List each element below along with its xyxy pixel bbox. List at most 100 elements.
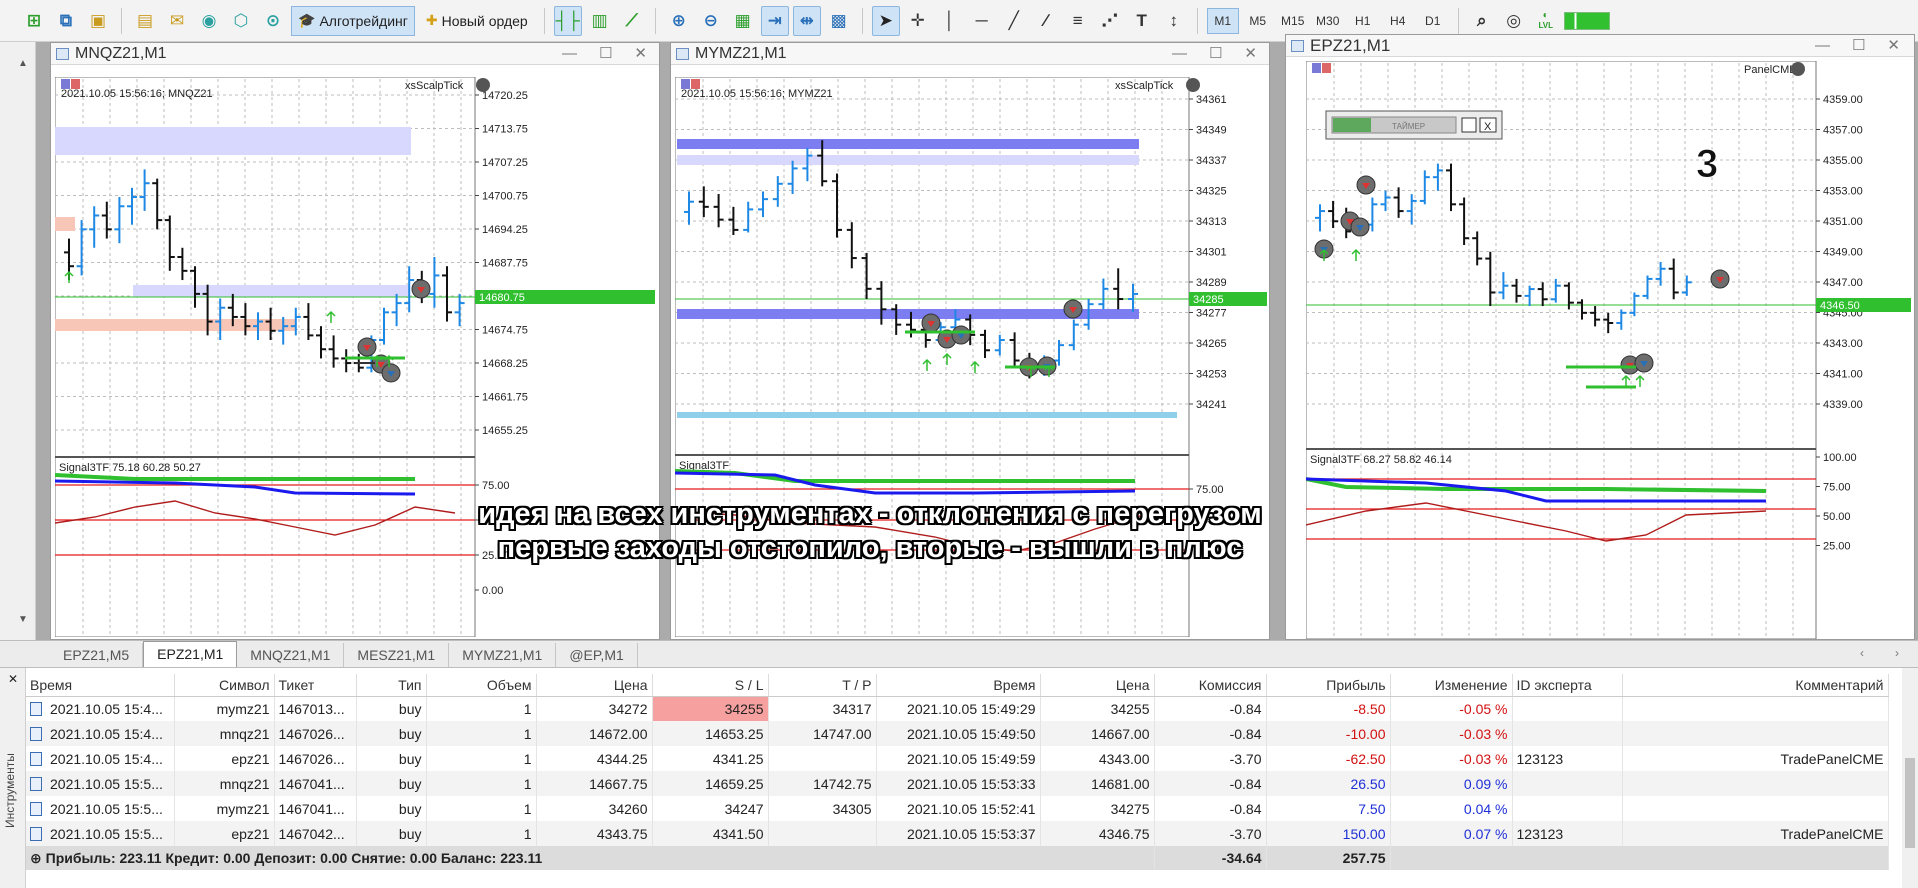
gann-icon[interactable]: ⋰ bbox=[1096, 6, 1124, 36]
vertical-scrollbar[interactable] bbox=[1902, 668, 1918, 888]
tab-chart[interactable]: MYMZ21,M1 bbox=[449, 643, 557, 667]
table-row[interactable]: 2021.10.05 15:4... mymz21 1467013... buy 1 34… bbox=[26, 696, 1889, 721]
timeframe-h1[interactable]: H1 bbox=[1347, 8, 1379, 34]
trade-marker-icon[interactable] bbox=[1356, 175, 1376, 195]
trade-marker-icon[interactable] bbox=[1063, 299, 1083, 319]
tab-chart[interactable]: EPZ21,M1 bbox=[143, 641, 238, 667]
maximize-icon[interactable]: ☐ bbox=[1209, 43, 1222, 65]
table-row[interactable]: 2021.10.05 15:4... mnqz21 1467026... buy 1 14… bbox=[26, 721, 1889, 746]
tabs-next-icon[interactable]: › bbox=[1895, 646, 1899, 660]
minimize-icon[interactable]: — bbox=[1815, 35, 1830, 57]
timeframe-m30[interactable]: M30 bbox=[1312, 8, 1344, 34]
column-header[interactable]: Прибыль bbox=[1266, 674, 1391, 697]
column-header[interactable]: Объем bbox=[426, 674, 537, 697]
table-row[interactable]: 2021.10.05 15:4... epz21 1467026... buy 1 434… bbox=[26, 746, 1889, 771]
minimize-icon[interactable]: — bbox=[562, 43, 577, 65]
tile-windows-icon[interactable]: ▦ bbox=[729, 6, 757, 36]
auto-scroll-icon[interactable]: ⇥ bbox=[760, 5, 789, 36]
window-titlebar[interactable]: MNQZ21,M1 — ☐ ✕ bbox=[51, 43, 659, 65]
candle-chart-icon[interactable]: ▥ bbox=[586, 6, 614, 36]
trade-marker-icon[interactable] bbox=[951, 325, 971, 345]
trade-marker-icon[interactable] bbox=[1634, 353, 1654, 373]
market-watch-icon[interactable]: ▣ bbox=[84, 6, 112, 36]
maximize-icon[interactable]: ☐ bbox=[1852, 35, 1865, 57]
trade-marker-icon[interactable] bbox=[381, 363, 401, 383]
trade-marker-icon[interactable] bbox=[411, 279, 431, 299]
tab-chart[interactable]: @EP,M1 bbox=[556, 643, 638, 667]
search-icon[interactable]: ⌕ bbox=[1468, 6, 1496, 36]
close-icon[interactable]: ✕ bbox=[634, 43, 647, 65]
arrows-icon[interactable]: ↕ bbox=[1160, 6, 1188, 36]
window-titlebar[interactable]: EPZ21,M1 — ☐ ✕ bbox=[1286, 35, 1914, 57]
signals-icon[interactable]: ◉ bbox=[195, 6, 223, 36]
horizontal-line-icon[interactable]: ─ bbox=[968, 6, 996, 36]
minimize-icon[interactable]: — bbox=[1172, 43, 1187, 65]
column-header[interactable]: S / L bbox=[652, 674, 769, 697]
table-row[interactable]: 2021.10.05 15:5... mymz21 1467041... buy 1 34… bbox=[26, 796, 1889, 821]
column-header[interactable]: ID эксперта bbox=[1512, 674, 1623, 697]
close-icon[interactable]: ✕ bbox=[1244, 43, 1257, 65]
chart-shift-icon[interactable]: ⇹ bbox=[792, 5, 821, 36]
navigator-icon[interactable]: ✉ bbox=[163, 6, 191, 36]
column-header[interactable]: Цена bbox=[536, 674, 653, 697]
price-chart[interactable]: 4359.00 4357.00 4355.00 4353.00 4351.00 4349.… bbox=[1306, 61, 1911, 639]
fibonacci-icon[interactable]: ≡ bbox=[1064, 6, 1092, 36]
table-row[interactable]: 2021.10.05 15:5... mnqz21 1467041... buy 1 14… bbox=[26, 771, 1889, 796]
algo-trading-button[interactable]: 🎓 Алготрейдинг bbox=[291, 5, 415, 36]
timer-panel[interactable]: ТАЙМЕР X bbox=[1325, 110, 1503, 140]
indicators-icon[interactable]: ▩ bbox=[825, 6, 853, 36]
profiles-icon[interactable]: ⧉ bbox=[52, 6, 80, 36]
column-header[interactable]: T / P bbox=[768, 674, 877, 697]
timer-settings-icon[interactable] bbox=[1461, 117, 1477, 133]
scroll-thumb[interactable] bbox=[1905, 758, 1915, 848]
account-icon[interactable]: ◎ bbox=[1500, 6, 1528, 36]
tab-chart[interactable]: EPZ21,M5 bbox=[50, 643, 144, 667]
connection-status-icon[interactable] bbox=[1563, 11, 1610, 30]
expand-icon[interactable]: ⊕ bbox=[30, 850, 46, 866]
tab-chart[interactable]: MNQZ21,M1 bbox=[237, 643, 345, 667]
column-header[interactable]: Тикет bbox=[274, 674, 357, 697]
timeframe-m1[interactable]: M1 bbox=[1206, 7, 1239, 34]
cursor-icon[interactable]: ➤ bbox=[871, 5, 900, 36]
channel-icon[interactable]: ∕ bbox=[1032, 6, 1060, 36]
line-chart-icon[interactable]: ⟋ bbox=[618, 6, 646, 36]
trade-marker-icon[interactable] bbox=[1710, 269, 1730, 289]
column-header[interactable]: Время bbox=[26, 674, 175, 697]
new-chart-icon[interactable]: ⊞ bbox=[20, 6, 48, 36]
trend-line-icon[interactable]: ╱ bbox=[1000, 6, 1028, 36]
timeframe-h4[interactable]: H4 bbox=[1382, 8, 1414, 34]
level-icon[interactable]: ◐ LVL bbox=[1532, 6, 1560, 36]
zoom-in-icon[interactable]: ⊕ bbox=[665, 6, 693, 36]
trade-marker-icon[interactable] bbox=[1350, 217, 1370, 237]
text-icon[interactable]: T bbox=[1128, 6, 1156, 36]
timeframe-d1[interactable]: D1 bbox=[1417, 8, 1449, 34]
timeframe-m5[interactable]: M5 bbox=[1242, 8, 1274, 34]
market-search-icon[interactable]: ⊙ bbox=[259, 6, 287, 36]
column-header[interactable]: Время bbox=[876, 674, 1041, 697]
bar-chart-icon[interactable]: ┤├ bbox=[553, 5, 582, 36]
scroll-down-icon[interactable]: ▼ bbox=[18, 614, 28, 625]
vertical-line-icon[interactable]: │ bbox=[936, 6, 964, 36]
trade-marker-icon[interactable] bbox=[357, 337, 377, 357]
column-header[interactable]: Комиссия bbox=[1154, 674, 1267, 697]
column-header[interactable]: Тип bbox=[356, 674, 427, 697]
tab-chart[interactable]: MESZ21,M1 bbox=[344, 643, 450, 667]
close-icon[interactable]: ✕ bbox=[1887, 35, 1900, 57]
data-window-icon[interactable]: ▤ bbox=[131, 6, 159, 36]
maximize-icon[interactable]: ☐ bbox=[599, 43, 612, 65]
scroll-up-icon[interactable]: ▲ bbox=[18, 58, 28, 69]
column-header[interactable]: Цена bbox=[1040, 674, 1155, 697]
vps-icon[interactable]: ⬡ bbox=[227, 6, 255, 36]
timeframe-m15[interactable]: M15 bbox=[1277, 8, 1309, 34]
column-header[interactable]: Комментарий bbox=[1622, 674, 1889, 697]
column-header[interactable]: Символ bbox=[174, 674, 275, 697]
column-header[interactable]: Изменение bbox=[1390, 674, 1513, 697]
toolbox-close-icon[interactable]: ✕ bbox=[8, 672, 18, 686]
zoom-out-icon[interactable]: ⊖ bbox=[697, 6, 725, 36]
crosshair-icon[interactable]: ✛ bbox=[904, 6, 932, 36]
chart-window-epz21[interactable]: EPZ21,M1 — ☐ ✕ 4359.00 4357.00 4355.00 4353.0… bbox=[1285, 34, 1915, 640]
window-titlebar[interactable]: MYMZ21,M1 — ☐ ✕ bbox=[671, 43, 1269, 65]
new-order-button[interactable]: ✚ Новый ордер bbox=[419, 6, 535, 36]
trade-marker-icon[interactable] bbox=[921, 313, 941, 333]
table-row[interactable]: 2021.10.05 15:5... epz21 1467042... buy 1 434… bbox=[26, 821, 1889, 846]
